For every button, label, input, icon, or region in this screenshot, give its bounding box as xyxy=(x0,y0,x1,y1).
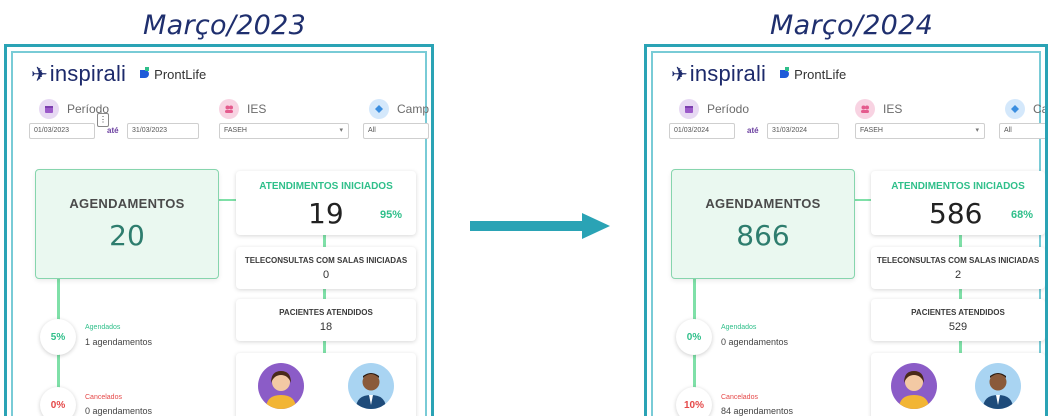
connector-line xyxy=(219,199,237,201)
agendados-count: 0 agendamentos xyxy=(721,337,789,347)
teleconsultas-title: TELECONSULTAS COM SALAS INICIADAS xyxy=(244,256,408,265)
prontlife-logo-icon xyxy=(138,67,150,78)
atendimentos-percent: 95% xyxy=(380,209,403,221)
people-icon xyxy=(855,99,875,119)
agendados-label: Agendados xyxy=(85,324,121,331)
cancelados-count: 84 agendamentos xyxy=(721,406,794,416)
campus-icon xyxy=(369,99,389,119)
more-options-icon[interactable]: ⋮ xyxy=(97,113,109,127)
male-avatar-icon xyxy=(975,363,1021,409)
cancelados-percent-circle: 0% xyxy=(40,387,76,416)
teleconsultas-title: TELECONSULTAS COM SALAS INICIADAS xyxy=(876,256,1040,265)
teleconsultas-value: 2 xyxy=(954,269,962,281)
chevron-down-icon: ▾ xyxy=(339,127,343,134)
filter-ies: IES xyxy=(219,99,266,119)
agendamentos-title: AGENDAMENTOS xyxy=(705,196,821,211)
ies-select-value: FASEH xyxy=(224,127,247,134)
campus-select-value: All xyxy=(368,127,376,134)
pacientes-value: 529 xyxy=(948,321,968,333)
campus-icon xyxy=(1005,99,1025,119)
agendados-percent-circle: 5% xyxy=(40,319,76,355)
pacientes-title: PACIENTES ATENDIDOS xyxy=(279,308,373,317)
prontlife-logo-icon xyxy=(778,67,790,78)
teleconsultas-value: 0 xyxy=(322,269,330,281)
campus-select-value: All xyxy=(1004,127,1012,134)
end-date-input[interactable]: 31/03/2024 xyxy=(767,123,839,139)
pacientes-title: PACIENTES ATENDIDOS xyxy=(911,308,1005,317)
people-icon xyxy=(219,99,239,119)
pacientes-card: PACIENTES ATENDIDOS 529 xyxy=(871,299,1045,341)
female-avatar-icon xyxy=(891,363,937,409)
ate-label: até xyxy=(747,126,759,135)
plane-icon: ✈ xyxy=(31,63,48,86)
pacientes-card: PACIENTES ATENDIDOS 18 xyxy=(236,299,416,341)
end-date-input[interactable]: 31/03/2023 xyxy=(127,123,199,139)
avatars-card xyxy=(236,353,416,416)
atendimentos-value: 19 xyxy=(308,197,344,230)
teleconsultas-card: TELECONSULTAS COM SALAS INICIADAS 0 xyxy=(236,247,416,289)
periodo-label: Período xyxy=(707,102,750,116)
brand-name: inspirali xyxy=(689,61,767,86)
atendimentos-percent: 68% xyxy=(1011,209,1034,221)
partner-name: ProntLife xyxy=(794,66,847,82)
calendar-icon xyxy=(39,99,59,119)
connector-line xyxy=(853,199,871,201)
atendimentos-card: ATENDIMENTOS INICIADOS 19 95% xyxy=(236,171,416,235)
campus-label: Camp xyxy=(397,102,430,116)
pacientes-value: 18 xyxy=(319,321,333,333)
ies-select[interactable]: FASEH ▾ xyxy=(219,123,349,139)
male-avatar-icon xyxy=(348,363,394,409)
agendados-count: 1 agendamentos xyxy=(85,337,153,347)
agendamentos-value: 866 xyxy=(736,219,790,252)
cancelados-percent-circle: 10% xyxy=(676,387,712,416)
calendar-icon xyxy=(679,99,699,119)
comparison-arrow-icon xyxy=(470,213,610,239)
cancelados-label: Cancelados xyxy=(85,394,122,401)
atendimentos-title: ATENDIMENTOS INICIADOS xyxy=(259,181,393,192)
cancelados-count: 0 agendamentos xyxy=(85,406,153,416)
plane-icon: ✈ xyxy=(671,63,688,86)
cancelados-label: Cancelados xyxy=(721,394,758,401)
dashboard-2023: ✈ inspirali ProntLife Período ⋮ IES Camp… xyxy=(4,44,434,416)
brand-header: ✈ inspirali ProntLife xyxy=(31,61,206,87)
start-date-input[interactable]: 01/03/2023 xyxy=(29,123,95,139)
start-date-input[interactable]: 01/03/2024 xyxy=(669,123,735,139)
filter-ies: IES xyxy=(855,99,902,119)
chevron-down-icon: ▾ xyxy=(975,127,979,134)
partner-brand: ProntLife xyxy=(776,67,846,82)
avatars-card xyxy=(871,353,1045,416)
filter-campus: Camp xyxy=(369,99,429,119)
filter-periodo: Período xyxy=(679,99,749,119)
campus-label: Ca xyxy=(1033,102,1048,116)
brand-name: inspirali xyxy=(49,61,127,86)
campus-select[interactable]: All xyxy=(363,123,429,139)
ies-select[interactable]: FASEH ▾ xyxy=(855,123,985,139)
partner-brand: ProntLife xyxy=(136,67,206,82)
agendamentos-title: AGENDAMENTOS xyxy=(69,196,185,211)
caption-march-2023: Março/2023 xyxy=(143,10,307,41)
atendimentos-title: ATENDIMENTOS INICIADOS xyxy=(891,181,1025,192)
filter-campus: Ca xyxy=(1005,99,1048,119)
teleconsultas-card: TELECONSULTAS COM SALAS INICIADAS 2 xyxy=(871,247,1045,289)
caption-march-2024: Março/2024 xyxy=(770,10,934,41)
atendimentos-card: ATENDIMENTOS INICIADOS 586 68% xyxy=(871,171,1045,235)
agendamentos-card: AGENDAMENTOS 20 xyxy=(35,169,219,279)
agendamentos-card: AGENDAMENTOS 866 xyxy=(671,169,855,279)
agendados-percent-circle: 0% xyxy=(676,319,712,355)
agendados-label: Agendados xyxy=(721,324,757,331)
atendimentos-value: 586 xyxy=(929,197,983,230)
agendamentos-value: 20 xyxy=(109,219,145,252)
campus-select[interactable]: All xyxy=(999,123,1045,139)
female-avatar-icon xyxy=(258,363,304,409)
ies-label: IES xyxy=(247,102,267,116)
partner-name: ProntLife xyxy=(154,66,207,82)
dashboard-2024: ✈ inspirali ProntLife Período IES Ca 01/… xyxy=(644,44,1048,416)
ies-select-value: FASEH xyxy=(860,127,883,134)
ies-label: IES xyxy=(883,102,903,116)
ate-label: até xyxy=(107,126,119,135)
brand-header: ✈ inspirali ProntLife xyxy=(671,61,846,87)
